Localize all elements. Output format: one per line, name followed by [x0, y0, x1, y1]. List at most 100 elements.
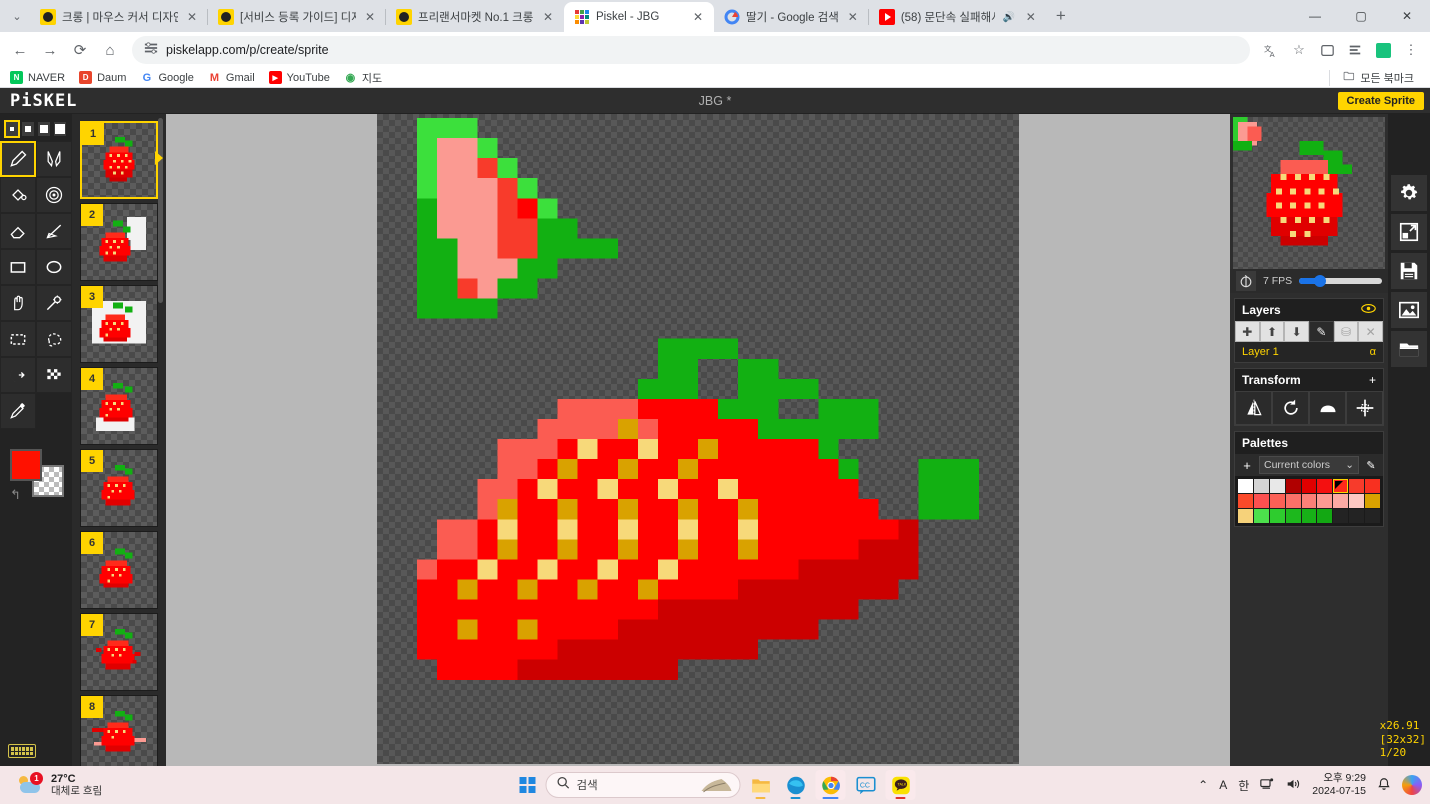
mute-icon[interactable]: 🔊	[1001, 9, 1017, 25]
layer-item[interactable]: Layer 1 α	[1235, 342, 1383, 362]
drawing-canvas[interactable]	[377, 114, 1019, 764]
browser-tab-4[interactable]: 딸기 - Google 검색 ✕	[714, 2, 869, 32]
add-palette-button[interactable]: +	[1235, 458, 1259, 473]
rotate-button[interactable]	[1272, 391, 1309, 425]
eraser-tool[interactable]	[0, 213, 36, 249]
pen-size-4[interactable]	[54, 122, 66, 136]
frame-thumbnail[interactable]: 6	[80, 531, 158, 609]
palette-swatch[interactable]	[1301, 494, 1317, 508]
rectangle-tool[interactable]	[0, 249, 36, 285]
keyboard-shortcuts-icon[interactable]	[8, 744, 36, 758]
move-tool[interactable]	[0, 285, 36, 321]
palette-swatch[interactable]	[1285, 479, 1301, 493]
side-panel-icon[interactable]	[1314, 37, 1340, 63]
browser-tab-1[interactable]: [서비스 등록 가이드] 디자인 서 ✕	[207, 2, 386, 32]
bookmark-youtube[interactable]: ▶ YouTube	[268, 71, 330, 84]
chevron-up-icon[interactable]: ⌃	[1198, 778, 1208, 792]
fps-slider-knob[interactable]	[1314, 275, 1327, 287]
taskbar-kakaotalk[interactable]: TALK	[885, 770, 916, 800]
copilot-icon[interactable]	[1402, 775, 1422, 795]
palette-swatch[interactable]	[1333, 479, 1349, 493]
browser-tab-3-piskel[interactable]: Piskel - JBG ✕	[564, 2, 714, 32]
taskbar-file-explorer[interactable]	[746, 770, 776, 800]
palette-swatches[interactable]	[1235, 476, 1383, 526]
new-tab-button[interactable]: +	[1047, 2, 1075, 30]
palette-swatch[interactable]	[1253, 494, 1269, 508]
palette-swatch[interactable]	[1317, 479, 1333, 493]
palette-swatch[interactable]	[1285, 494, 1301, 508]
palette-swatch[interactable]	[1365, 479, 1380, 493]
network-icon[interactable]	[1260, 777, 1275, 794]
volume-icon[interactable]	[1286, 777, 1301, 794]
palette-swatch[interactable]	[1285, 509, 1301, 523]
ime-korean-icon[interactable]: 한	[1238, 777, 1249, 794]
tab-search-icon[interactable]: ⌄	[4, 3, 30, 29]
vertical-mirror-pen-tool[interactable]	[36, 141, 72, 177]
transform-expand-icon[interactable]: +	[1369, 373, 1376, 387]
palette-select[interactable]: Current colors ⌄	[1259, 456, 1359, 474]
translate-icon[interactable]: 文 A	[1258, 37, 1284, 63]
export-image-icon[interactable]	[1391, 292, 1427, 328]
close-icon[interactable]: ✕	[184, 9, 200, 25]
bookmark-google[interactable]: G Google	[140, 71, 194, 84]
taskbar-google-chrome[interactable]	[815, 770, 846, 800]
frame-list[interactable]: 1 2 3 4 5 6 7 8	[72, 114, 166, 766]
circle-tool[interactable]	[36, 249, 72, 285]
bookmark-maps[interactable]: ◉ 지도	[344, 70, 383, 86]
site-settings-icon[interactable]	[144, 41, 158, 60]
taskbar-clock[interactable]: 오후 9:29 2024-07-15	[1312, 772, 1366, 798]
pen-size-1[interactable]	[4, 120, 20, 138]
save-sprite-icon[interactable]	[1391, 253, 1427, 289]
palette-swatch[interactable]	[1317, 494, 1333, 508]
close-icon[interactable]: ✕	[690, 9, 706, 25]
move-layer-up-button[interactable]: ⬆	[1259, 321, 1285, 342]
pen-size-3[interactable]	[38, 122, 50, 136]
settings-gear-icon[interactable]	[1391, 175, 1427, 211]
maximize-button[interactable]: ▢	[1338, 0, 1384, 32]
start-button[interactable]	[515, 772, 541, 798]
palette-swatch[interactable]	[1238, 494, 1253, 508]
frame-thumbnail[interactable]: 3	[80, 285, 158, 363]
browser-tab-2[interactable]: 프리랜서마켓 No.1 크롱 | 디자 ✕	[385, 2, 564, 32]
frame-thumbnail[interactable]: 8	[80, 695, 158, 766]
shape-select-tool[interactable]	[0, 357, 36, 393]
frames-scrollbar[interactable]	[158, 118, 163, 303]
palette-swatch[interactable]	[1238, 509, 1253, 523]
swap-colors-icon[interactable]: ↰	[10, 487, 21, 503]
resize-sprite-icon[interactable]	[1391, 214, 1427, 250]
chrome-menu-icon[interactable]: ⋮	[1398, 37, 1424, 63]
close-icon[interactable]: ✕	[845, 9, 861, 25]
create-sprite-button[interactable]: Create Sprite	[1337, 91, 1424, 110]
palette-swatch[interactable]	[1269, 479, 1285, 493]
center-button[interactable]	[1346, 391, 1383, 425]
fps-slider[interactable]	[1299, 275, 1382, 287]
move-layer-down-button[interactable]: ⬇	[1284, 321, 1310, 342]
reload-icon[interactable]: ⟳	[66, 36, 94, 64]
all-bookmarks-button[interactable]: 🗀 모든 북마크	[1329, 69, 1420, 86]
palette-swatch[interactable]	[1349, 479, 1365, 493]
add-layer-button[interactable]: ✚	[1235, 321, 1260, 342]
animation-preview[interactable]	[1233, 117, 1385, 269]
flip-horizontal-button[interactable]	[1235, 391, 1272, 425]
forward-icon[interactable]: →	[36, 36, 64, 64]
rename-layer-button[interactable]: ✎	[1309, 321, 1334, 342]
palette-swatch[interactable]	[1301, 509, 1317, 523]
eye-icon[interactable]	[1361, 303, 1376, 317]
extensions-icon[interactable]	[1342, 37, 1368, 63]
bell-icon[interactable]	[1377, 777, 1391, 794]
home-icon[interactable]: ⌂	[96, 36, 124, 64]
pen-tool[interactable]	[0, 141, 36, 177]
close-icon[interactable]: ✕	[1023, 9, 1039, 25]
palette-swatch[interactable]	[1269, 494, 1285, 508]
search-input[interactable]: 검색	[545, 772, 741, 798]
open-sprite-folder-icon[interactable]	[1391, 331, 1427, 367]
frame-thumbnail[interactable]: 7	[80, 613, 158, 691]
frame-thumbnail[interactable]: 2	[80, 203, 158, 281]
browser-tab-0[interactable]: 크롱 | 마우스 커서 디자인 드트 ✕	[30, 2, 208, 32]
layer-opacity[interactable]: α	[1370, 346, 1376, 358]
palette-swatch[interactable]	[1269, 509, 1285, 523]
palette-swatch[interactable]	[1333, 509, 1349, 523]
palette-swatch[interactable]	[1301, 479, 1317, 493]
taskbar-cc-app[interactable]: CC	[851, 770, 881, 800]
palette-swatch[interactable]	[1333, 494, 1349, 508]
